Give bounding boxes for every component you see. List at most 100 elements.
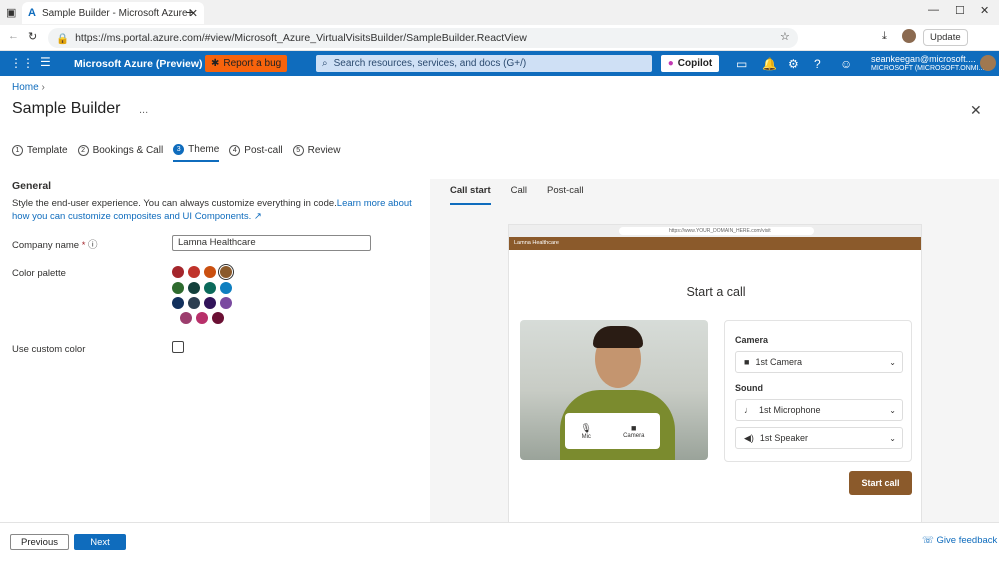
update-button[interactable]: Update xyxy=(923,29,968,46)
breadcrumb[interactable]: Home › xyxy=(12,82,45,93)
microphone-icon: ♩ xyxy=(744,405,753,415)
report-bug-button[interactable]: ✱ Report a bug xyxy=(205,55,288,72)
step-theme[interactable]: 3 Theme xyxy=(173,144,220,162)
custom-color-checkbox[interactable] xyxy=(172,341,184,353)
step-template[interactable]: 1 Template xyxy=(12,144,68,162)
wizard-steps: 1 Template 2 Bookings & Call 3 Theme 4 Post-… xyxy=(12,144,340,162)
close-icon[interactable]: ✕ xyxy=(970,102,982,119)
new-tab-icon[interactable]: + xyxy=(186,4,194,20)
color-swatch[interactable] xyxy=(180,312,192,324)
start-call-button[interactable]: Start call xyxy=(849,471,912,495)
company-label-text: Company name xyxy=(12,240,80,251)
color-swatch[interactable] xyxy=(204,266,216,278)
color-swatch[interactable] xyxy=(196,312,208,324)
chevron-down-icon: ⌄ xyxy=(889,405,896,415)
preview-browser-bar: https://www.YOUR_DOMAIN_HERE.com/visit xyxy=(509,225,921,237)
previous-button[interactable]: Previous xyxy=(10,534,69,550)
company-name-input[interactable]: Lamna Healthcare xyxy=(172,235,371,251)
step-number: 3 xyxy=(173,144,185,155)
user-avatar[interactable] xyxy=(980,55,996,71)
url-text: https://ms.portal.azure.com/#view/Micros… xyxy=(75,32,527,44)
speaker-dropdown[interactable]: ◀) 1st Speaker ⌄ xyxy=(735,427,903,449)
step-label: Template xyxy=(27,145,68,156)
cloud-shell-icon[interactable]: ▭ xyxy=(736,57,747,71)
media-controls: 🎙 Mic ■ Camera xyxy=(565,413,660,449)
color-swatch[interactable] xyxy=(188,297,200,309)
step-post-call[interactable]: 4 Post-call xyxy=(229,144,283,162)
notifications-icon[interactable]: 🔔 xyxy=(762,57,777,71)
microphone-icon: 🎙 xyxy=(580,422,592,433)
step-review[interactable]: 5 Review xyxy=(292,144,341,162)
step-number: 2 xyxy=(77,145,89,156)
breadcrumb-home[interactable]: Home xyxy=(12,82,39,93)
search-icon: ⌕ xyxy=(322,58,328,69)
profile-avatar[interactable] xyxy=(902,29,916,43)
copilot-icon: ● xyxy=(667,58,674,69)
mic-button[interactable]: 🎙 Mic xyxy=(581,423,592,440)
chevron-down-icon: ⌄ xyxy=(889,433,896,443)
url-field[interactable]: 🔒 https://ms.portal.azure.com/#view/Micr… xyxy=(48,28,798,48)
menu-icon[interactable]: ☰ xyxy=(40,55,51,69)
color-swatch[interactable] xyxy=(220,266,232,278)
copilot-button[interactable]: ● Copilot xyxy=(661,55,719,72)
azure-brand[interactable]: Microsoft Azure (Preview) xyxy=(74,58,203,70)
color-swatch[interactable] xyxy=(204,282,216,294)
speaker-icon: ◀) xyxy=(744,432,754,443)
preview-brand-bar: Lamna Healthcare xyxy=(509,237,921,250)
download-icon[interactable]: ⤓ xyxy=(882,30,887,43)
chevron-down-icon: ⌄ xyxy=(889,357,896,367)
help-icon[interactable]: ? xyxy=(814,57,821,71)
footer-bar: Previous Next ☏ Give feedback xyxy=(0,522,999,561)
color-swatch[interactable] xyxy=(172,266,184,278)
address-bar: ← ↻ 🔒 https://ms.portal.azure.com/#view/… xyxy=(0,25,999,51)
azure-logo-icon: A xyxy=(28,7,36,19)
user-account[interactable]: seankeegan@microsoft.... MICROSOFT (MICR… xyxy=(871,54,984,74)
step-number: 5 xyxy=(292,145,304,156)
step-number: 1 xyxy=(12,145,23,156)
step-label: Review xyxy=(307,145,341,156)
video-preview: 🎙 Mic ■ Camera xyxy=(520,320,708,460)
camera-dropdown[interactable]: ■ 1st Camera ⌄ xyxy=(735,351,903,373)
color-swatch[interactable] xyxy=(220,297,232,309)
browser-tab[interactable]: A Sample Builder - Microsoft Azure ✕ xyxy=(22,2,204,24)
next-button[interactable]: Next xyxy=(74,534,126,550)
sound-heading: Sound xyxy=(735,383,763,393)
tab-call[interactable]: Call xyxy=(511,185,527,205)
maximize-icon[interactable]: ☐ xyxy=(955,4,965,17)
minimize-icon[interactable]: — xyxy=(928,4,939,16)
refresh-icon[interactable]: ↻ xyxy=(28,30,37,43)
color-swatch[interactable] xyxy=(220,282,232,294)
camera-button[interactable]: ■ Camera xyxy=(623,423,644,439)
back-icon[interactable]: ← xyxy=(8,30,19,42)
search-input[interactable]: ⌕ Search resources, services, and docs (… xyxy=(316,55,652,72)
page-title: Sample Builder ... xyxy=(12,100,148,118)
mic-label: Mic xyxy=(581,433,591,440)
settings-gear-icon[interactable]: ⚙ xyxy=(788,57,799,71)
color-swatch[interactable] xyxy=(188,282,200,294)
step-label: Bookings & Call xyxy=(92,145,164,156)
favorite-icon[interactable]: ☆ xyxy=(780,30,790,43)
close-window-icon[interactable]: ✕ xyxy=(980,4,989,17)
tab-post-call[interactable]: Post-call xyxy=(547,185,583,205)
custom-color-label: Use custom color xyxy=(12,344,86,355)
color-swatch[interactable] xyxy=(172,297,184,309)
required-marker: * xyxy=(81,240,86,251)
info-icon[interactable]: ⓘ xyxy=(88,240,98,251)
tab-call-start[interactable]: Call start xyxy=(450,185,491,205)
page-title-text: Sample Builder xyxy=(12,100,121,117)
chevron-right-icon: › xyxy=(41,82,45,93)
description-text: Style the end-user experience. You can a… xyxy=(12,198,337,209)
window-icon[interactable]: ▣ xyxy=(6,6,16,19)
color-swatch[interactable] xyxy=(204,297,216,309)
give-feedback-link[interactable]: ☏ Give feedback xyxy=(922,535,997,546)
color-swatch[interactable] xyxy=(172,282,184,294)
more-options-icon[interactable]: ... xyxy=(139,104,148,116)
color-swatch[interactable] xyxy=(188,266,200,278)
step-bookings-call[interactable]: 2 Bookings & Call xyxy=(77,144,164,162)
feedback-icon[interactable]: ☺ xyxy=(840,57,852,71)
microphone-dropdown[interactable]: ♩ 1st Microphone ⌄ xyxy=(735,399,903,421)
apps-grid-icon[interactable]: ⋮⋮ xyxy=(10,56,34,70)
color-swatch[interactable] xyxy=(212,312,224,324)
speaker-value: 1st Speaker xyxy=(759,433,808,443)
preview-title: Start a call xyxy=(686,285,746,299)
